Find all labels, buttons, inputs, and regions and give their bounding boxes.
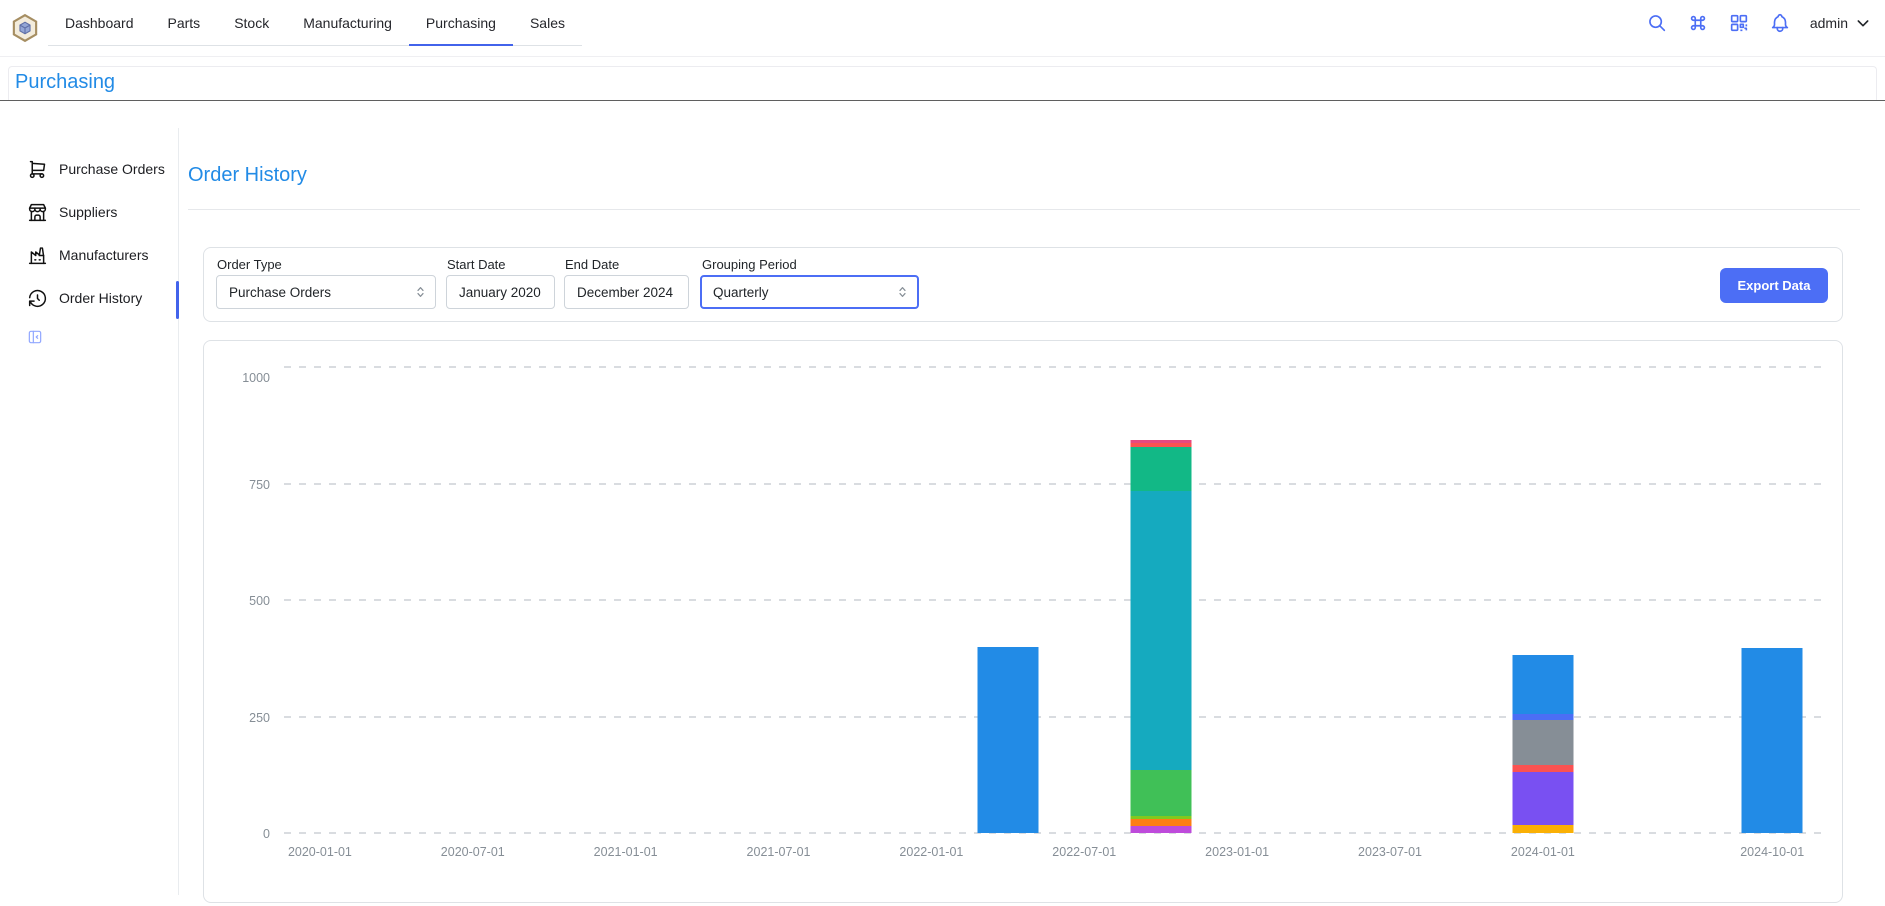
y-axis-tick-500: 500 [210, 594, 270, 608]
y-axis-tick-750: 750 [210, 478, 270, 492]
search-icon[interactable] [1646, 12, 1668, 34]
sidebar-item-label: Purchase Orders [59, 161, 165, 177]
sidebar-item-manufacturers[interactable]: Manufacturers [20, 235, 170, 275]
bar-2024-01-01[interactable] [1512, 655, 1573, 833]
sidebar-border [178, 128, 179, 895]
bar-2024-10-01[interactable] [1742, 648, 1803, 833]
history-clock-icon [27, 288, 48, 309]
username-label: admin [1810, 15, 1848, 31]
user-menu[interactable]: admin [1810, 15, 1871, 31]
start-date-input[interactable]: January 2020 [446, 275, 555, 309]
grouping-period-label: Grouping Period [702, 257, 797, 272]
sidebar-item-order-history[interactable]: Order History [20, 278, 170, 318]
y-axis-tick-1000: 1000 [210, 371, 270, 385]
start-date-label: Start Date [447, 257, 506, 272]
purchasing-sidebar: Purchase Orders Suppliers Manufacturers Ord… [20, 149, 170, 321]
nav-tab-sales[interactable]: Sales [513, 0, 582, 45]
gridline-250 [284, 716, 1828, 718]
x-axis-tick-2024-01-01: 2024-01-01 [1511, 845, 1575, 859]
order-type-select[interactable]: Purchase Orders [216, 275, 436, 309]
grouping-period-value: Quarterly [713, 285, 769, 300]
chevron-down-icon [1855, 15, 1871, 31]
gridline-500 [284, 599, 1828, 601]
gridline-1000 [284, 366, 1828, 368]
x-axis-tick-2020-01-01: 2020-01-01 [288, 845, 352, 859]
navbar-actions: admin [1646, 0, 1871, 46]
grouping-period-select[interactable]: Quarterly [700, 275, 919, 309]
start-date-value: January 2020 [459, 285, 541, 300]
top-navbar: DashboardPartsStockManufacturingPurchasi… [0, 0, 1885, 57]
nav-tab-stock[interactable]: Stock [217, 0, 286, 45]
end-date-input[interactable]: December 2024 [564, 275, 689, 309]
bar-segment [1512, 825, 1573, 833]
page-title: Purchasing [15, 71, 115, 94]
y-axis-tick-0: 0 [210, 827, 270, 841]
main-nav-tabs: DashboardPartsStockManufacturingPurchasi… [48, 0, 582, 46]
bar-segment [1512, 720, 1573, 765]
bar-segment [1742, 648, 1803, 833]
order-history-chart-card: 0 250 500 750 1000 2020-01-01 2020-07-01 2021-0… [203, 340, 1843, 903]
sidebar-item-suppliers[interactable]: Suppliers [20, 192, 170, 232]
nav-tab-dashboard[interactable]: Dashboard [48, 0, 151, 45]
x-axis-tick-2023-01-01: 2023-01-01 [1205, 845, 1269, 859]
sidebar-item-label: Suppliers [59, 204, 117, 220]
command-icon[interactable] [1687, 12, 1709, 34]
qrcode-scan-icon[interactable] [1728, 12, 1750, 34]
selector-chevrons-icon [413, 285, 428, 300]
y-axis-tick-250: 250 [210, 711, 270, 725]
app-logo-icon[interactable] [10, 13, 40, 43]
bar-segment [1512, 765, 1573, 772]
nav-tab-parts[interactable]: Parts [151, 0, 218, 45]
nav-tab-manufacturing[interactable]: Manufacturing [286, 0, 409, 45]
shopping-cart-icon [27, 159, 48, 180]
x-axis-tick-2022-07-01: 2022-07-01 [1052, 845, 1116, 859]
x-axis-tick-2021-01-01: 2021-01-01 [594, 845, 658, 859]
bar-segment [1130, 447, 1191, 491]
selector-chevrons-icon [895, 285, 910, 300]
bar-segment [1130, 819, 1191, 826]
order-history-chart: 025050075010002020-01-012020-07-012021-0… [284, 367, 1828, 833]
x-axis-tick-2023-07-01: 2023-07-01 [1358, 845, 1422, 859]
export-data-button[interactable]: Export Data [1720, 268, 1828, 303]
factory-icon [27, 245, 48, 266]
active-item-indicator [176, 281, 179, 319]
bar-2022-04-01[interactable] [977, 647, 1038, 833]
bar-segment [1512, 772, 1573, 826]
end-date-label: End Date [565, 257, 619, 272]
page-divider [0, 100, 1885, 101]
bar-segment [1512, 655, 1573, 714]
x-axis-tick-2024-10-01: 2024-10-01 [1740, 845, 1804, 859]
gridline-0 [284, 832, 1828, 834]
chart-filter-bar: Order Type Purchase Orders Start Date Ja… [203, 247, 1843, 322]
x-axis-tick-2021-07-01: 2021-07-01 [747, 845, 811, 859]
gridline-750 [284, 483, 1828, 485]
bar-segment [1130, 826, 1191, 833]
notification-bell-icon[interactable] [1769, 12, 1791, 34]
nav-tab-purchasing[interactable]: Purchasing [409, 0, 513, 45]
bar-segment [977, 647, 1038, 833]
bar-segment [1130, 491, 1191, 770]
bar-2022-10-01[interactable] [1130, 440, 1191, 833]
end-date-value: December 2024 [577, 285, 673, 300]
order-type-value: Purchase Orders [229, 285, 331, 300]
bar-segment [1130, 770, 1191, 816]
sidebar-item-label: Manufacturers [59, 247, 148, 263]
sidebar-item-label: Order History [59, 290, 142, 306]
x-axis-tick-2022-01-01: 2022-01-01 [899, 845, 963, 859]
x-axis-tick-2020-07-01: 2020-07-01 [441, 845, 505, 859]
storefront-icon [27, 202, 48, 223]
collapse-sidebar-icon[interactable] [27, 329, 43, 345]
section-divider [188, 209, 1860, 210]
order-type-label: Order Type [217, 257, 282, 272]
page-header-panel: Purchasing [8, 66, 1877, 100]
section-title: Order History [188, 164, 307, 187]
sidebar-item-purchase-orders[interactable]: Purchase Orders [20, 149, 170, 189]
